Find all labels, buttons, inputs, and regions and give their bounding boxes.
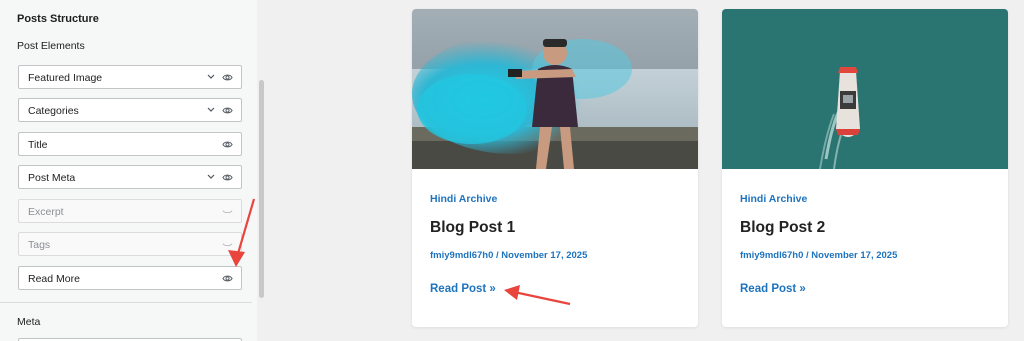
post-title[interactable]: Blog Post 1 bbox=[430, 219, 515, 237]
element-label: Excerpt bbox=[28, 206, 64, 218]
element-label: Tags bbox=[28, 239, 51, 251]
post-elements-label: Post Elements bbox=[17, 40, 85, 52]
divider bbox=[0, 302, 252, 303]
eye-hidden-icon[interactable] bbox=[222, 206, 233, 217]
chevron-down-icon[interactable] bbox=[206, 71, 216, 83]
post-card: Hindi Archive Blog Post 1 fmiy9mdl67h0 /… bbox=[412, 9, 698, 327]
featured-image[interactable] bbox=[412, 9, 698, 169]
chevron-down-icon[interactable] bbox=[206, 171, 216, 183]
customizer-panel: Posts Structure Post Elements Featured I… bbox=[0, 0, 265, 341]
read-more-link[interactable]: Read Post » bbox=[740, 283, 806, 295]
section-title: Posts Structure bbox=[17, 13, 99, 25]
post-meta[interactable]: fmiy9mdl67h0 / November 17, 2025 bbox=[740, 250, 897, 261]
post-meta[interactable]: fmiy9mdl67h0 / November 17, 2025 bbox=[430, 250, 587, 261]
element-excerpt[interactable]: Excerpt bbox=[18, 199, 242, 223]
element-read-more[interactable]: Read More bbox=[18, 266, 242, 290]
post-card: Hindi Archive Blog Post 2 fmiy9mdl67h0 /… bbox=[722, 9, 1008, 327]
eye-icon[interactable] bbox=[222, 105, 233, 116]
post-category-link[interactable]: Hindi Archive bbox=[740, 193, 807, 205]
read-more-link[interactable]: Read Post » bbox=[430, 283, 496, 295]
element-label: Categories bbox=[28, 105, 79, 117]
element-label: Title bbox=[28, 139, 48, 151]
element-label: Featured Image bbox=[28, 72, 103, 84]
chevron-down-icon[interactable] bbox=[206, 104, 216, 116]
element-featured-image[interactable]: Featured Image bbox=[18, 65, 242, 89]
eye-icon[interactable] bbox=[222, 139, 233, 150]
element-tags[interactable]: Tags bbox=[18, 232, 242, 256]
eye-icon[interactable] bbox=[222, 172, 233, 183]
eye-hidden-icon[interactable] bbox=[222, 239, 233, 250]
eye-icon[interactable] bbox=[222, 72, 233, 83]
eye-icon[interactable] bbox=[222, 273, 233, 284]
post-category-link[interactable]: Hindi Archive bbox=[430, 193, 497, 205]
element-categories[interactable]: Categories bbox=[18, 98, 242, 122]
element-post-meta[interactable]: Post Meta bbox=[18, 165, 242, 189]
element-title[interactable]: Title bbox=[18, 132, 242, 156]
post-title[interactable]: Blog Post 2 bbox=[740, 219, 825, 237]
element-label: Read More bbox=[28, 273, 80, 285]
element-label: Post Meta bbox=[28, 172, 76, 184]
featured-image[interactable] bbox=[722, 9, 1008, 169]
scrollbar-thumb[interactable] bbox=[259, 80, 264, 298]
meta-section-label: Meta bbox=[17, 316, 41, 328]
